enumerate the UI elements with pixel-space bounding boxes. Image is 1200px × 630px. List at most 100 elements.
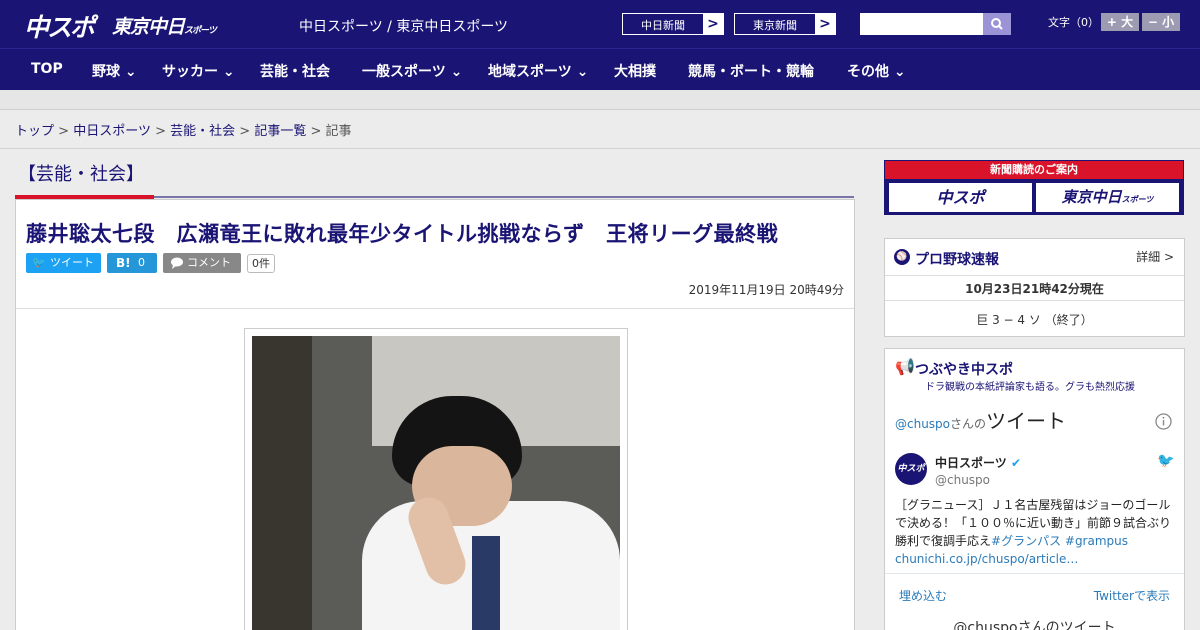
nav-regional-sports[interactable]: 地域スポーツ ⌄	[488, 61, 588, 81]
tokyo-shimbun-button[interactable]: 東京新聞 >	[734, 13, 836, 35]
breadcrumb-top[interactable]: トップ	[15, 124, 54, 139]
baseball-box-title: プロ野球速報	[915, 252, 999, 268]
hatena-count: 0	[138, 256, 145, 269]
verified-icon: ✔	[1010, 456, 1022, 470]
nav-label: その他	[847, 64, 889, 80]
tweet-divider	[885, 573, 1184, 574]
search-input[interactable]	[860, 13, 983, 35]
baseball-score[interactable]: 巨 3 − 4 ソ （終了）	[885, 311, 1184, 328]
nav-keiba[interactable]: 競馬・ボート・競輪	[688, 61, 814, 81]
nav-label: 大相撲	[614, 64, 656, 80]
nav-label: 芸能・社会	[260, 64, 330, 80]
tweet-widget-box: 📢 つぶやき中スポ ドラ観戦の本紙評論家も語る。グラも熱烈応援 @chuspoさ…	[884, 348, 1185, 630]
subscription-tokyo-text: 東京中日	[1061, 188, 1122, 206]
nav-general-sports[interactable]: 一般スポーツ ⌄	[362, 61, 462, 81]
nav-entertainment[interactable]: 芸能・社会	[260, 61, 330, 81]
breadcrumb-chuspo[interactable]: 中日スポーツ	[73, 124, 151, 139]
nav-sumo[interactable]: 大相撲	[614, 61, 656, 81]
breadcrumb-entertainment[interactable]: 芸能・社会	[170, 124, 235, 139]
search-button[interactable]	[983, 13, 1011, 35]
tweet-hashtags[interactable]: #グランパス #grampus	[991, 534, 1128, 548]
avatar[interactable]: 中スポ	[895, 453, 927, 485]
nav-label: 野球	[92, 64, 120, 80]
site-name: 中日スポーツ / 東京中日スポーツ	[299, 19, 509, 35]
baseball-as-of: 10月23日21時42分現在	[965, 282, 1104, 296]
breadcrumb-article-list[interactable]: 記事一覧	[254, 124, 306, 139]
tweet-account-handle[interactable]: @chuspo	[935, 473, 990, 487]
hatena-icon: B!	[116, 256, 131, 270]
timeline-footer[interactable]: @chuspoさんのツイート	[885, 617, 1184, 630]
info-icon[interactable]	[1155, 413, 1172, 430]
breadcrumb-sep: >	[310, 124, 322, 139]
chevron-down-icon: ⌄	[222, 64, 235, 80]
site-header: 中スポ 東京中日スポーツ 中日スポーツ / 東京中日スポーツ 中日新聞 > 東京…	[0, 0, 1200, 48]
subscription-chuspo-logo[interactable]: 中スポ	[889, 183, 1032, 212]
chunichi-shimbun-button[interactable]: 中日新聞 >	[622, 13, 724, 35]
breadcrumb-current: 記事	[325, 124, 352, 139]
breadcrumb: トップ > 中日スポーツ > 芸能・社会 > 記事一覧 > 記事	[15, 120, 352, 139]
nav-baseball[interactable]: 野球 ⌄	[92, 61, 137, 81]
comment-count: 0件	[247, 254, 275, 273]
view-on-twitter-link[interactable]: Twitterで表示	[1094, 587, 1170, 604]
baseball-divider	[885, 275, 1184, 276]
nav-label: TOP	[31, 61, 63, 77]
timeline-handle[interactable]: @chuspo	[895, 417, 950, 431]
article-date: 2019年11月19日 20時49分	[688, 283, 844, 297]
chevron-down-icon: ⌄	[893, 64, 906, 80]
subscription-banner-title: 新聞購読のご案内	[885, 161, 1183, 179]
subscription-tokyo-logo[interactable]: 東京中日スポーツ	[1036, 183, 1179, 212]
tokyo-logo-small: スポーツ	[184, 26, 217, 36]
chevron-down-icon: ⌄	[450, 64, 463, 80]
breadcrumb-sep: >	[155, 124, 166, 139]
ad-band	[0, 90, 1200, 110]
nav-other[interactable]: その他 ⌄	[847, 61, 906, 81]
font-size-increase-button[interactable]: + 大	[1101, 13, 1139, 31]
tweet-button[interactable]: 🐦 ツイート	[26, 253, 101, 273]
photo-tie	[472, 536, 500, 630]
breadcrumb-sep: >	[58, 124, 70, 139]
font-size-label: 文字（0）	[1048, 16, 1099, 29]
subscription-banner[interactable]: 新聞購読のご案内 中スポ 東京中日スポーツ	[884, 160, 1184, 215]
nav-top[interactable]: TOP	[31, 61, 63, 77]
photo-foreground-figure	[252, 336, 312, 630]
tweet-account-name[interactable]: 中日スポーツ ✔	[935, 454, 1021, 471]
nav-label: 地域スポーツ	[488, 64, 572, 80]
comment-button[interactable]: コメント	[163, 253, 241, 273]
baseball-divider	[885, 300, 1184, 301]
breadcrumb-divider	[0, 148, 1200, 149]
tweet-link[interactable]: chunichi.co.jp/chuspo/article…	[895, 552, 1078, 566]
section-underline	[154, 196, 854, 198]
chunichi-shimbun-label: 中日新聞	[641, 19, 685, 32]
tweet-box-subtitle: ドラ観戦の本紙評論家も語る。グラも熱烈応援	[925, 382, 1135, 393]
nav-label: サッカー	[162, 64, 218, 80]
twitter-bird-icon: 🐦	[32, 256, 46, 269]
tweet-text: ［グラニュース］Ｊ１名古屋残留はジョーのゴールで決める！「１００％に近い動き」前…	[895, 496, 1177, 568]
subscription-tokyo-small: スポーツ	[1121, 195, 1154, 204]
baseball-score-box: ⚾ プロ野球速報 詳細 > 10月23日21時42分現在 巨 3 − 4 ソ （…	[884, 238, 1185, 337]
chevron-down-icon: ⌄	[576, 64, 589, 80]
chuspo-logo[interactable]: 中スポ	[24, 8, 95, 44]
hatena-bookmark-button[interactable]: B! 0	[107, 253, 157, 273]
timeline-tweet-word: ツイート	[986, 409, 1067, 433]
comment-label: コメント	[187, 256, 231, 269]
tweet-label: ツイート	[50, 256, 94, 269]
tokyo-shimbun-label: 東京新聞	[753, 19, 797, 32]
nav-label: 一般スポーツ	[362, 64, 446, 80]
article-headline: 藤井聡太七段 広瀬竜王に敗れ最年少タイトル挑戦ならず 王将リーグ最終戦	[26, 222, 779, 246]
baseball-detail-link[interactable]: 詳細 >	[1136, 248, 1174, 265]
nav-soccer[interactable]: サッカー ⌄	[162, 61, 235, 81]
tokyo-logo-text: 東京中日	[112, 16, 185, 38]
font-size-decrease-button[interactable]: − 小	[1142, 13, 1180, 31]
chevron-down-icon: ⌄	[124, 64, 137, 80]
chevron-right-icon: >	[703, 14, 723, 34]
speech-bubble-icon	[171, 257, 183, 269]
tokyo-chunichi-logo[interactable]: 東京中日スポーツ	[112, 12, 217, 39]
nav-label: 競馬・ボート・競輪	[688, 64, 814, 80]
article-divider	[16, 308, 854, 309]
twitter-bird-icon: 🐦	[1157, 453, 1175, 469]
timeline-header: @chuspoさんのツイート	[895, 405, 1066, 434]
article-photo[interactable]	[252, 336, 620, 630]
embed-link[interactable]: 埋め込む	[899, 587, 947, 604]
baseball-icon: ⚾	[894, 249, 910, 265]
article-photo-frame	[244, 328, 628, 630]
